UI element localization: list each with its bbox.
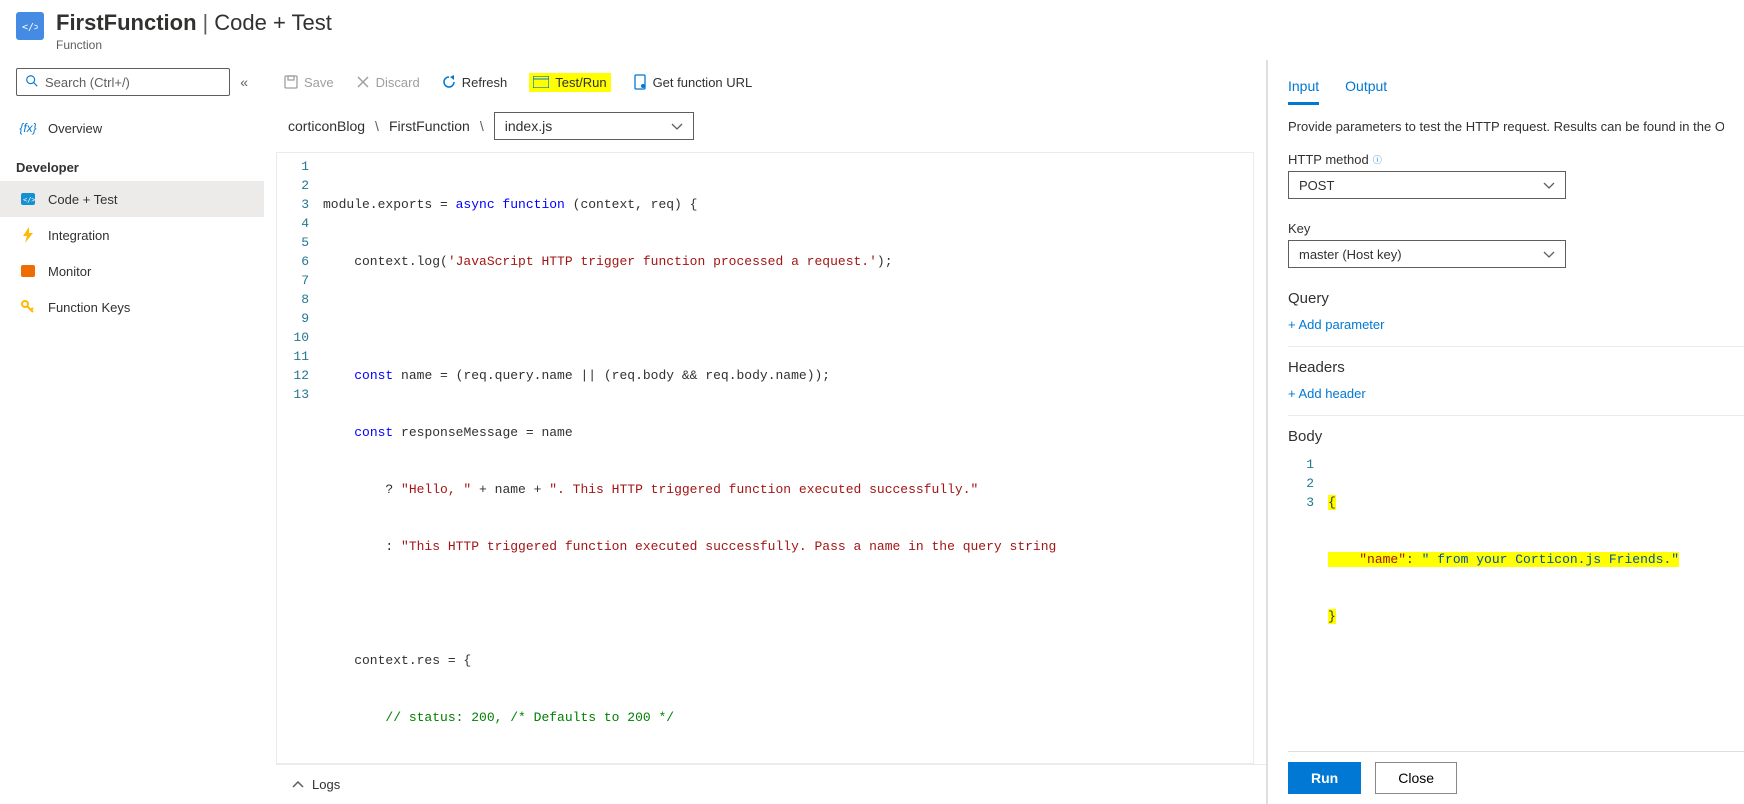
body-gutter: 123 (1288, 455, 1328, 664)
page-header: </> FirstFunction | Code + Test Function (0, 0, 1744, 60)
test-run-icon (533, 76, 549, 88)
add-parameter-link[interactable]: + Add parameter (1288, 317, 1384, 346)
svg-text:</>: </> (23, 196, 35, 204)
key-value: master (Host key) (1299, 247, 1402, 262)
tab-output[interactable]: Output (1345, 78, 1387, 105)
logs-toggle[interactable]: Logs (276, 764, 1266, 804)
cmd-label: Get function URL (653, 75, 753, 90)
code-icon: </> (20, 193, 36, 205)
close-button[interactable]: Close (1375, 762, 1457, 794)
command-bar: Save Discard Refresh Test/Run Get functi… (276, 60, 1266, 104)
nav-section-developer: Developer (16, 160, 248, 175)
nav-label: Function Keys (48, 300, 130, 315)
nav-code-test[interactable]: </> Code + Test (0, 181, 264, 217)
nav-label: Monitor (48, 264, 91, 279)
nav-label: Overview (48, 121, 102, 136)
panel-tabs: Input Output (1288, 60, 1744, 105)
cmd-label: Save (304, 75, 334, 90)
chevron-down-icon (1543, 178, 1555, 193)
logs-label: Logs (312, 777, 340, 792)
nav-label: Integration (48, 228, 109, 243)
panel-footer: Run Close (1288, 751, 1744, 804)
center-content: Save Discard Refresh Test/Run Get functi… (264, 60, 1266, 804)
nav-function-keys[interactable]: Function Keys (0, 289, 264, 325)
http-method-label: HTTP method ⓘ (1288, 152, 1724, 167)
get-function-url-button[interactable]: Get function URL (633, 74, 753, 90)
body-code[interactable]: { "name": " from your Corticon.js Friend… (1328, 455, 1724, 664)
cmd-label: Test/Run (555, 75, 606, 90)
code-editor[interactable]: 12345678910111213 module.exports = async… (276, 152, 1254, 764)
breadcrumb-sep: \ (480, 118, 484, 134)
monitor-icon (20, 265, 36, 277)
test-panel: Input Output Provide parameters to test … (1266, 60, 1744, 804)
breadcrumb-root: corticonBlog (288, 118, 365, 134)
save-button[interactable]: Save (284, 75, 334, 90)
key-dropdown[interactable]: master (Host key) (1288, 240, 1566, 268)
body-section-label: Body (1288, 428, 1724, 445)
tab-input[interactable]: Input (1288, 78, 1319, 105)
run-button[interactable]: Run (1288, 762, 1361, 794)
page-subtitle: Function (56, 38, 332, 52)
chevron-down-icon (671, 118, 683, 134)
headers-section-label: Headers (1288, 359, 1724, 376)
url-icon (633, 74, 647, 90)
search-box[interactable] (16, 68, 230, 96)
http-method-dropdown[interactable]: POST (1288, 171, 1566, 199)
svg-text:</>: </> (22, 22, 38, 32)
nav-monitor[interactable]: Monitor (0, 253, 264, 289)
line-gutter: 12345678910111213 (277, 153, 323, 763)
refresh-button[interactable]: Refresh (442, 75, 508, 90)
code-content[interactable]: module.exports = async function (context… (323, 153, 1253, 763)
chevron-up-icon (292, 777, 304, 792)
cmd-label: Refresh (462, 75, 508, 90)
collapse-sidebar-button[interactable]: « (240, 74, 248, 90)
search-icon (25, 74, 39, 91)
info-icon[interactable]: ⓘ (1373, 153, 1382, 166)
breadcrumb-func: FirstFunction (389, 118, 470, 134)
file-select-value: index.js (505, 118, 552, 134)
key-label: Key (1288, 221, 1724, 236)
file-select-dropdown[interactable]: index.js (494, 112, 694, 140)
http-method-value: POST (1299, 178, 1334, 193)
add-header-link[interactable]: + Add header (1288, 386, 1366, 415)
chevron-down-icon (1543, 247, 1555, 262)
discard-button[interactable]: Discard (356, 75, 420, 90)
function-app-icon: </> (16, 12, 44, 40)
nav-overview[interactable]: {fx} Overview (0, 110, 264, 146)
nav-integration[interactable]: Integration (0, 217, 264, 253)
query-section-label: Query (1288, 290, 1724, 307)
panel-description: Provide parameters to test the HTTP requ… (1288, 119, 1724, 134)
page-section: Code + Test (214, 10, 332, 36)
title-separator: | (203, 10, 209, 36)
bolt-icon (20, 227, 36, 243)
fx-icon: {fx} (20, 121, 36, 135)
key-icon (20, 300, 36, 314)
breadcrumb: corticonBlog \ FirstFunction \ index.js (276, 104, 1266, 152)
nav-label: Code + Test (48, 192, 118, 207)
search-input[interactable] (45, 75, 221, 90)
refresh-icon (442, 75, 456, 89)
breadcrumb-sep: \ (375, 118, 379, 134)
sidebar: « {fx} Overview Developer </> Code + Tes… (0, 60, 264, 804)
page-title: FirstFunction (56, 10, 197, 36)
discard-icon (356, 75, 370, 89)
cmd-label: Discard (376, 75, 420, 90)
body-editor[interactable]: 123 { "name": " from your Corticon.js Fr… (1288, 455, 1724, 664)
test-run-button[interactable]: Test/Run (529, 73, 610, 92)
save-icon (284, 75, 298, 89)
